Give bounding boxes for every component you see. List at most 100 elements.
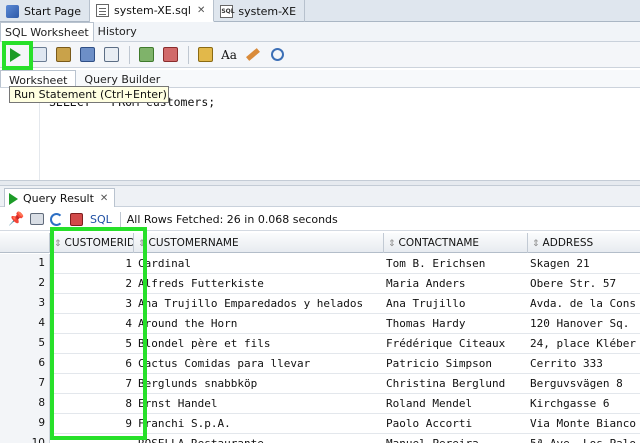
clear-button[interactable] [242,44,264,66]
customerid-cell[interactable]: 4 [50,314,134,334]
column-header-customername[interactable]: ⇕ CUSTOMERNAME [134,233,384,253]
address-cell[interactable]: Obere Str. 57 [528,274,640,294]
table-row[interactable]: 8 8 Ernst Handel Roland Mendel Kirchgasse 6 [0,394,640,414]
customername-cell[interactable]: Ana Trujillo Emparedados y helados [136,294,382,314]
table-row[interactable]: 9 9 Franchi S.p.A. Paolo Accorti Via Monte B… [0,414,640,434]
to-upper-lower-button[interactable]: Aa [218,44,240,66]
address-cell[interactable]: 120 Hanover Sq. [528,314,640,334]
table-row[interactable]: 4 4 Around the Horn Thomas Hardy 120 Hanover… [0,314,640,334]
customername-cell[interactable]: ROSELLA Restaurante [136,434,382,443]
table-row[interactable]: 10 ROSELLA RestauranteManuel Pereira5ª Av… [0,434,640,443]
sort-icon: ⇕ [138,239,146,249]
close-icon[interactable]: ✕ [100,193,108,204]
contactname-cell[interactable]: Manuel Pereira [384,434,526,443]
address-cell[interactable]: 24, place Kléber [528,334,640,354]
contactname-cell[interactable]: Patricio Simpson [384,354,526,374]
customername-cell[interactable]: Blondel père et fils [136,334,382,354]
start-page-icon [6,4,19,18]
contactname-cell[interactable]: Thomas Hardy [384,314,526,334]
address-cell[interactable]: Kirchgasse 6 [528,394,640,414]
customername-cell[interactable]: Ernst Handel [136,394,382,414]
contactname-cell[interactable]: Paolo Accorti [384,414,526,434]
customerid-cell[interactable]: 9 [50,414,134,434]
contactname-cell[interactable]: Ana Trujillo [384,294,526,314]
row-number-cell[interactable]: 5 [0,334,50,354]
address-cell[interactable]: Skagen 21 [528,254,640,274]
unshared-sql-button[interactable] [194,44,216,66]
play-icon [9,47,21,62]
tab-system-xe-sql[interactable]: system-XE.sql ✕ [90,0,215,22]
column-header-customerid[interactable]: ⇕ CUSTOMERID [50,233,134,253]
sql-link[interactable]: SQL [90,213,112,226]
tab-system-xe[interactable]: SQL system-XE [214,0,306,22]
customername-cell[interactable]: Cactus Comidas para llevar [136,354,382,374]
customerid-cell[interactable]: 5 [50,334,134,354]
explain-plan-button[interactable] [76,44,98,66]
column-header-contactname[interactable]: ⇕ CONTACTNAME [384,233,528,253]
export-sql-button[interactable] [68,211,85,228]
address-cell[interactable]: Via Monte Bianco [528,414,640,434]
contactname-cell[interactable]: Tom B. Erichsen [384,254,526,274]
tuning-icon [103,47,119,62]
customerid-cell[interactable]: 7 [50,374,134,394]
address-cell[interactable]: Cerrito 333 [528,354,640,374]
refresh-button[interactable] [48,211,65,228]
run-statement-button[interactable] [4,44,26,66]
contactname-cell[interactable]: Maria Anders [384,274,526,294]
customername-cell[interactable]: Berglunds snabbköp [136,374,382,394]
customername-cell[interactable]: Alfreds Futterkiste [136,274,382,294]
commit-button[interactable] [135,44,157,66]
table-row[interactable]: 3 3 Ana Trujillo Emparedados y helados Ana … [0,294,640,314]
tab-label: Query Result [23,192,94,205]
customername-cell[interactable]: Franchi S.p.A. [136,414,382,434]
print-button[interactable] [28,211,45,228]
freeze-result-button[interactable]: 📌 [8,211,25,228]
row-number-cell[interactable]: 8 [0,394,50,414]
close-icon[interactable]: ✕ [197,5,205,16]
column-header-address[interactable]: ⇕ ADDRESS [528,233,640,253]
rollback-button[interactable] [159,44,181,66]
customerid-cell[interactable]: 6 [50,354,134,374]
row-number-cell[interactable]: 9 [0,414,50,434]
contactname-cell[interactable]: Roland Mendel [384,394,526,414]
table-row[interactable]: 1 1 Cardinal Tom B. Erichsen Skagen 21 [0,254,640,274]
customerid-cell[interactable]: 3 [50,294,134,314]
row-number-cell[interactable]: 2 [0,274,50,294]
text-case-icon: Aa [221,47,237,62]
table-row[interactable]: 2 2 Alfreds Futterkiste Maria Anders Obere S… [0,274,640,294]
fetch-status-text: All Rows Fetched: 26 in 0.068 seconds [126,212,338,226]
customername-cell[interactable]: Cardinal [136,254,382,274]
sql-tuning-button[interactable] [100,44,122,66]
contactname-cell[interactable]: Christina Berglund [384,374,526,394]
row-number-cell[interactable]: 1 [0,254,50,274]
result-grid[interactable]: ⇕ CUSTOMERID ⇕ CUSTOMERNAME ⇕ CONTACTNAME ⇕… [0,233,640,443]
contactname-cell[interactable]: Frédérique Citeaux [384,334,526,354]
table-row[interactable]: 5 5 Blondel père et fils Frédérique Citeaux… [0,334,640,354]
table-row[interactable]: 6 6 Cactus Comidas para llevar Patricio Sim… [0,354,640,374]
row-number-cell[interactable]: 6 [0,354,50,374]
run-script-button[interactable] [28,44,50,66]
customername-cell[interactable]: Around the Horn [136,314,382,334]
row-number-cell[interactable]: 10 [0,434,50,443]
row-number-cell[interactable]: 3 [0,294,50,314]
customerid-cell[interactable]: 1 [50,254,134,274]
sort-icon: ⇕ [54,239,62,249]
table-row[interactable]: 7 7 Berglunds snabbköp Christina Berglund Be… [0,374,640,394]
row-number-cell[interactable]: 7 [0,374,50,394]
customerid-cell[interactable]: 8 [50,394,134,414]
tab-worksheet[interactable]: Worksheet [0,70,77,87]
address-cell[interactable]: Avda. de la Cons [528,294,640,314]
tab-start-page[interactable]: Start Page [0,0,90,22]
customerid-cell[interactable] [50,434,134,443]
autotrace-button[interactable] [52,44,74,66]
history-button[interactable] [266,44,288,66]
tab-sql-worksheet[interactable]: SQL Worksheet [0,22,94,41]
row-number-cell[interactable]: 4 [0,314,50,334]
address-cell[interactable]: Berguvsvägen 8 [528,374,640,394]
tab-history[interactable]: History [94,22,141,41]
address-cell[interactable]: 5ª Ave. Los Palo [528,434,640,443]
tab-query-builder[interactable]: Query Builder [76,70,168,87]
tab-query-result[interactable]: Query Result ✕ [4,188,116,207]
customerid-cell[interactable]: 2 [50,274,134,294]
script-icon [31,47,47,62]
